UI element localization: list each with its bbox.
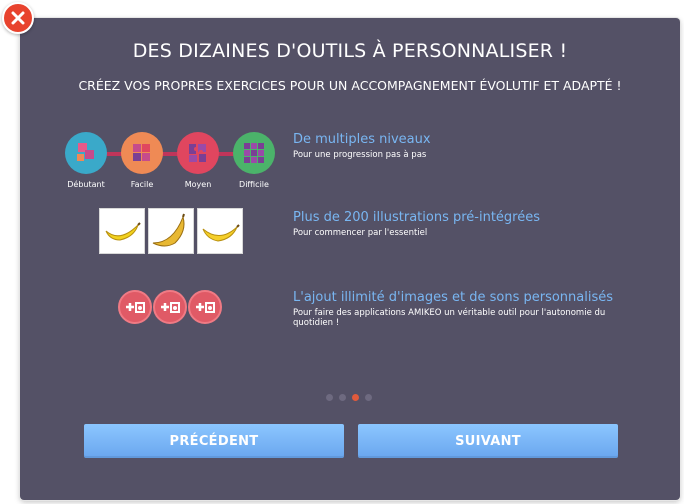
add-media-icon [153, 290, 187, 324]
feature-title: Plus de 200 illustrations pré-intégrées [293, 210, 541, 225]
feature-illustrations: Plus de 200 illustrations pré-intégrées … [20, 208, 680, 258]
level-hard: Difficile [232, 132, 276, 189]
onboarding-dialog: DES DIZAINES D'OUTILS À PERSONNALISER ! … [20, 18, 680, 500]
feature-description: Pour commencer par l'essentiel [293, 228, 428, 238]
dialog-title: DES DIZAINES D'OUTILS À PERSONNALISER ! [132, 40, 568, 62]
pagination-dot[interactable] [339, 394, 346, 401]
pagination-dot[interactable] [326, 394, 333, 401]
banana-image [148, 208, 194, 254]
dialog-subtitle: CRÉEZ VOS PROPRES EXERCICES POUR UN ACCO… [78, 78, 622, 93]
level-medium: Moyen [176, 132, 220, 189]
level-hard-icon [233, 132, 275, 174]
pagination-dots [326, 394, 386, 402]
level-beginner-icon [65, 132, 107, 174]
close-button[interactable] [2, 2, 34, 34]
level-easy: Facile [120, 132, 164, 189]
feature-description: Pour faire des applications AMIKEO un vé… [293, 308, 606, 328]
level-easy-icon [121, 132, 163, 174]
feature-description: Pour une progression pas à pas [293, 150, 427, 160]
level-beginner: Débutant [64, 132, 108, 189]
banana-image [99, 208, 145, 254]
add-media-icon [118, 290, 152, 324]
media-icons [118, 290, 238, 330]
previous-button[interactable]: PRÉCÉDENT [84, 424, 344, 458]
feature-text: Plus de 200 illustrations pré-intégrées … [293, 210, 663, 238]
close-icon [11, 11, 25, 25]
illustration-thumbnails [99, 208, 249, 256]
level-label: Difficile [239, 180, 269, 189]
pagination-dot-active[interactable] [352, 394, 359, 401]
level-label: Facile [130, 180, 154, 189]
next-button[interactable]: SUIVANT [358, 424, 618, 458]
feature-text: L'ajout illimité d'images et de sons per… [293, 290, 663, 328]
level-connector [94, 152, 254, 156]
level-label: Moyen [184, 180, 212, 189]
feature-title: L'ajout illimité d'images et de sons per… [293, 290, 614, 305]
pagination-dot[interactable] [365, 394, 372, 401]
feature-text: De multiples niveaux Pour une progressio… [293, 132, 663, 160]
level-icons: Débutant Facile Moyen Difficile [64, 132, 284, 192]
feature-title: De multiples niveaux [293, 132, 431, 147]
level-label: Débutant [67, 180, 105, 189]
add-media-icon [188, 290, 222, 324]
feature-levels: Débutant Facile Moyen Difficile De multi… [20, 132, 680, 196]
banana-image [197, 208, 243, 254]
feature-custom-media: L'ajout illimité d'images et de sons per… [20, 290, 680, 350]
level-medium-icon [177, 132, 219, 174]
